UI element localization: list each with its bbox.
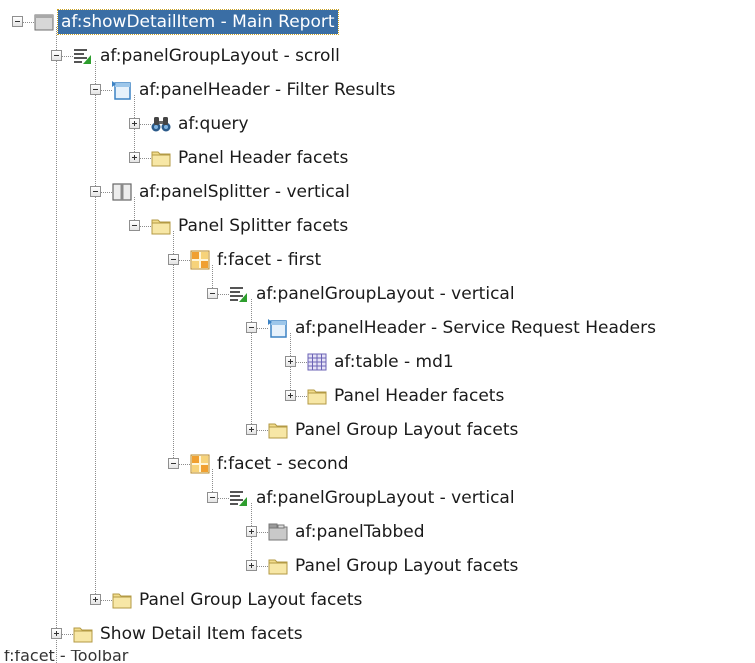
tree-node-label[interactable]: f:facet - second <box>214 452 352 476</box>
expand-toggle[interactable] <box>129 118 140 129</box>
tree-connector <box>179 464 190 465</box>
tree-node-label[interactable]: Panel Group Layout facets <box>292 554 521 578</box>
tree-node-label[interactable]: af:panelGroupLayout - scroll <box>97 44 343 68</box>
tree-node-label[interactable]: Panel Splitter facets <box>175 214 351 238</box>
folder-icon <box>268 556 288 576</box>
collapse-toggle[interactable] <box>207 288 218 299</box>
tree-node[interactable]: af:panelHeader - Filter Results <box>0 75 755 105</box>
expand-toggle[interactable] <box>285 356 296 367</box>
tree-node-label[interactable]: Panel Group Layout facets <box>136 588 365 612</box>
binoculars-icon <box>151 114 171 134</box>
collapse-toggle[interactable] <box>168 458 179 469</box>
facet-icon <box>190 454 210 474</box>
panel-group-layout-icon <box>229 488 249 508</box>
tree-node-label[interactable]: af:panelSplitter - vertical <box>136 180 353 204</box>
tree-node[interactable]: af:table - md1 <box>0 347 755 377</box>
tree-connector <box>257 566 268 567</box>
folder-icon <box>151 148 171 168</box>
tree-connector <box>62 634 73 635</box>
collapse-toggle[interactable] <box>90 84 101 95</box>
expand-toggle[interactable] <box>246 424 257 435</box>
tree-node[interactable]: f:facet - second <box>0 449 755 479</box>
tree-connector <box>140 124 151 125</box>
collapse-toggle[interactable] <box>90 186 101 197</box>
tree-connector <box>179 260 190 261</box>
cut-off-row: f:facet - Toolbar <box>0 650 200 663</box>
tree-connector <box>257 328 268 329</box>
tree-node[interactable]: Panel Splitter facets <box>0 211 755 241</box>
tree-connector <box>140 158 151 159</box>
panel-splitter-icon <box>112 182 132 202</box>
tree-node-label[interactable]: Panel Group Layout facets <box>292 418 521 442</box>
tree-node[interactable]: af:panelTabbed <box>0 517 755 547</box>
panel-header-icon <box>268 318 288 338</box>
tree-node-label[interactable]: af:panelHeader - Service Request Headers <box>292 316 659 340</box>
collapse-toggle[interactable] <box>246 322 257 333</box>
collapse-toggle[interactable] <box>51 50 62 61</box>
tree-connector <box>101 192 112 193</box>
structure-tree: af:showDetailItem - Main Report af:panelG… <box>0 0 755 663</box>
panel-group-layout-icon <box>73 46 93 66</box>
folder-icon <box>151 216 171 236</box>
tree-node-label[interactable]: af:table - md1 <box>331 350 457 374</box>
tree-node[interactable]: af:panelGroupLayout - vertical <box>0 483 755 513</box>
tree-node-label[interactable]: af:panelTabbed <box>292 520 428 544</box>
folder-icon <box>112 590 132 610</box>
facet-icon <box>190 250 210 270</box>
tree-node-label[interactable]: Panel Header facets <box>331 384 507 408</box>
tree-connector <box>140 226 151 227</box>
expand-toggle[interactable] <box>90 594 101 605</box>
show-detail-item-icon <box>34 12 54 32</box>
tree-connector <box>23 22 34 23</box>
tree-connector <box>257 430 268 431</box>
tree-connector <box>62 56 73 57</box>
collapse-toggle[interactable] <box>207 492 218 503</box>
expand-toggle[interactable] <box>246 526 257 537</box>
tree-node[interactable]: f:facet - first <box>0 245 755 275</box>
expand-toggle[interactable] <box>129 152 140 163</box>
tree-connector <box>218 498 229 499</box>
tree-node-label[interactable]: af:panelGroupLayout - vertical <box>253 486 518 510</box>
collapse-toggle[interactable] <box>12 16 23 27</box>
tree-node-label[interactable]: f:facet - first <box>214 248 324 272</box>
collapse-toggle[interactable] <box>168 254 179 265</box>
tree-node-label[interactable]: Panel Header facets <box>175 146 351 170</box>
tree-connector <box>101 90 112 91</box>
tree-node[interactable]: Panel Header facets <box>0 143 755 173</box>
folder-icon <box>307 386 327 406</box>
expand-toggle[interactable] <box>285 390 296 401</box>
panel-tabbed-icon <box>268 522 288 542</box>
tree-node[interactable]: af:panelGroupLayout - vertical <box>0 279 755 309</box>
tree-node[interactable]: Panel Group Layout facets <box>0 415 755 445</box>
tree-connector <box>218 294 229 295</box>
tree-connector <box>257 532 268 533</box>
tree-node[interactable]: Panel Group Layout facets <box>0 551 755 581</box>
tree-node-label[interactable]: Show Detail Item facets <box>97 622 306 646</box>
tree-node-label[interactable]: af:showDetailItem - Main Report <box>57 9 339 35</box>
tree-node[interactable]: af:panelHeader - Service Request Headers <box>0 313 755 343</box>
tree-node-label[interactable]: af:panelHeader - Filter Results <box>136 78 398 102</box>
expand-toggle[interactable] <box>51 628 62 639</box>
tree-connector <box>296 396 307 397</box>
panel-header-icon <box>112 80 132 100</box>
folder-icon <box>73 624 93 644</box>
tree-node[interactable]: Panel Group Layout facets <box>0 585 755 615</box>
tree-node[interactable]: Panel Header facets <box>0 381 755 411</box>
tree-connector <box>296 362 307 363</box>
tree-node-label[interactable]: af:query <box>175 112 252 136</box>
folder-icon <box>268 420 288 440</box>
tree-node[interactable]: af:panelSplitter - vertical <box>0 177 755 207</box>
tree-connector <box>101 600 112 601</box>
collapse-toggle[interactable] <box>129 220 140 231</box>
cut-off-label: f:facet - Toolbar <box>4 650 129 663</box>
panel-group-layout-icon <box>229 284 249 304</box>
tree-node[interactable]: af:panelGroupLayout - scroll <box>0 41 755 71</box>
expand-toggle[interactable] <box>246 560 257 571</box>
tree-node[interactable]: af:query <box>0 109 755 139</box>
table-icon <box>307 352 327 372</box>
tree-node[interactable]: af:showDetailItem - Main Report <box>0 7 755 37</box>
tree-node-label[interactable]: af:panelGroupLayout - vertical <box>253 282 518 306</box>
tree-node[interactable]: Show Detail Item facets <box>0 619 755 649</box>
